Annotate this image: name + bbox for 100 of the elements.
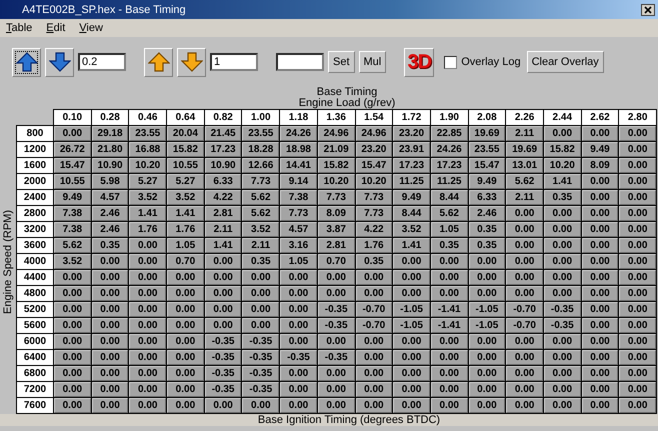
table-cell[interactable]: 0.00 (582, 126, 618, 141)
table-cell[interactable]: 2.81 (204, 206, 242, 221)
table-cell[interactable]: 9.49 (582, 142, 618, 157)
table-cell[interactable]: 20.04 (167, 126, 204, 141)
table-cell[interactable]: 0.00 (582, 238, 618, 253)
table-cell[interactable]: 0.00 (92, 286, 128, 301)
table-cell[interactable]: 6.33 (204, 174, 242, 189)
table-cell[interactable]: 0.00 (619, 190, 656, 205)
table-cell[interactable]: -0.35 (318, 318, 354, 333)
table-cell[interactable]: 2.46 (92, 206, 128, 221)
table-cell[interactable]: 0.00 (619, 366, 656, 381)
table-cell[interactable]: 0.00 (356, 366, 392, 381)
table-cell[interactable]: 10.20 (129, 158, 166, 173)
table-cell[interactable]: 0.00 (54, 302, 91, 317)
increase-button[interactable] (144, 48, 173, 76)
table-cell[interactable]: 0.00 (582, 222, 618, 237)
table-cell[interactable]: 0.00 (92, 350, 128, 365)
table-cell[interactable]: 3.52 (393, 222, 430, 237)
table-cell[interactable]: 0.00 (430, 382, 468, 397)
table-cell[interactable]: 17.23 (204, 142, 242, 157)
table-cell[interactable]: 1.05 (167, 238, 204, 253)
table-cell[interactable]: 0.00 (54, 126, 91, 141)
table-cell[interactable]: 10.90 (92, 158, 128, 173)
table-cell[interactable]: 0.00 (92, 254, 128, 269)
table-cell[interactable]: 0.00 (167, 318, 204, 333)
table-cell[interactable]: 0.00 (280, 286, 317, 301)
table-cell[interactable]: 1.05 (430, 222, 468, 237)
table-cell[interactable]: 8.44 (430, 190, 468, 205)
table-cell[interactable]: 0.00 (393, 398, 430, 413)
table-cell[interactable]: -0.70 (356, 318, 392, 333)
table-cell[interactable]: 1.76 (356, 238, 392, 253)
table-cell[interactable]: 24.26 (430, 142, 468, 157)
decrease-button[interactable] (45, 48, 74, 76)
table-cell[interactable]: 15.47 (468, 158, 506, 173)
table-cell[interactable]: 0.00 (280, 302, 317, 317)
table-cell[interactable]: 10.55 (54, 174, 91, 189)
table-cell[interactable]: 0.00 (393, 350, 430, 365)
table-cell[interactable]: 3.52 (129, 190, 166, 205)
table-cell[interactable]: 2.11 (506, 126, 543, 141)
table-cell[interactable]: 0.00 (544, 270, 581, 285)
table-cell[interactable]: 2.81 (318, 238, 354, 253)
table-cell[interactable]: 0.00 (54, 318, 91, 333)
table-cell[interactable]: 24.26 (280, 126, 317, 141)
table-cell[interactable]: 0.00 (129, 302, 166, 317)
table-cell[interactable]: 0.00 (430, 350, 468, 365)
table-cell[interactable]: 0.00 (430, 366, 468, 381)
table-cell[interactable]: -0.35 (204, 350, 242, 365)
table-cell[interactable]: 0.00 (92, 366, 128, 381)
table-cell[interactable]: 0.00 (242, 318, 280, 333)
table-cell[interactable]: 0.00 (544, 222, 581, 237)
table-cell[interactable]: 2.46 (468, 206, 506, 221)
table-cell[interactable]: 3.52 (54, 254, 91, 269)
set-button[interactable]: Set (328, 51, 355, 73)
table-cell[interactable]: 0.00 (506, 334, 543, 349)
table-cell[interactable]: 1.41 (129, 206, 166, 221)
table-cell[interactable]: 0.00 (544, 238, 581, 253)
table-cell[interactable]: 0.00 (582, 318, 618, 333)
table-cell[interactable]: -0.35 (242, 382, 280, 397)
table-cell[interactable]: 0.70 (318, 254, 354, 269)
table-cell[interactable]: 0.00 (356, 286, 392, 301)
table-cell[interactable]: 7.73 (242, 174, 280, 189)
table-cell[interactable]: 0.00 (54, 350, 91, 365)
table-cell[interactable]: 2.46 (92, 222, 128, 237)
table-cell[interactable]: 0.00 (204, 270, 242, 285)
table-cell[interactable]: 0.00 (430, 398, 468, 413)
table-cell[interactable]: 16.88 (129, 142, 166, 157)
table-cell[interactable]: 0.00 (204, 254, 242, 269)
table-cell[interactable]: 0.00 (506, 254, 543, 269)
table-cell[interactable]: 0.00 (506, 398, 543, 413)
table-cell[interactable]: 0.00 (544, 334, 581, 349)
table-cell[interactable]: -0.35 (318, 350, 354, 365)
table-cell[interactable]: 10.55 (167, 158, 204, 173)
table-cell[interactable]: 9.49 (393, 190, 430, 205)
menu-item[interactable]: Edit (46, 22, 66, 34)
table-cell[interactable]: 0.35 (468, 238, 506, 253)
step-field[interactable]: 0.2 (78, 53, 126, 71)
table-cell[interactable]: 0.00 (582, 350, 618, 365)
table-cell[interactable]: 5.62 (506, 174, 543, 189)
table-cell[interactable]: 0.00 (393, 286, 430, 301)
table-cell[interactable]: 0.00 (544, 254, 581, 269)
table-cell[interactable]: 0.00 (393, 366, 430, 381)
table-cell[interactable]: 0.00 (242, 286, 280, 301)
table-cell[interactable]: 0.00 (582, 174, 618, 189)
table-cell[interactable]: 0.00 (167, 382, 204, 397)
table-cell[interactable]: 0.00 (129, 286, 166, 301)
table-cell[interactable]: 0.00 (204, 286, 242, 301)
table-cell[interactable]: 0.00 (619, 334, 656, 349)
table-cell[interactable]: 10.20 (544, 158, 581, 173)
table-cell[interactable]: 18.98 (280, 142, 317, 157)
table-cell[interactable]: 15.82 (318, 158, 354, 173)
clear-overlay-button[interactable]: Clear Overlay (526, 51, 604, 73)
table-cell[interactable]: 7.38 (280, 190, 317, 205)
table-cell[interactable]: 5.62 (430, 206, 468, 221)
table-cell[interactable]: 0.00 (242, 270, 280, 285)
table-cell[interactable]: 0.35 (430, 238, 468, 253)
table-cell[interactable]: 0.00 (506, 222, 543, 237)
table-cell[interactable]: 0.00 (92, 318, 128, 333)
table-cell[interactable]: 29.18 (92, 126, 128, 141)
table-cell[interactable]: 11.25 (393, 174, 430, 189)
table-cell[interactable]: 3.87 (318, 222, 354, 237)
